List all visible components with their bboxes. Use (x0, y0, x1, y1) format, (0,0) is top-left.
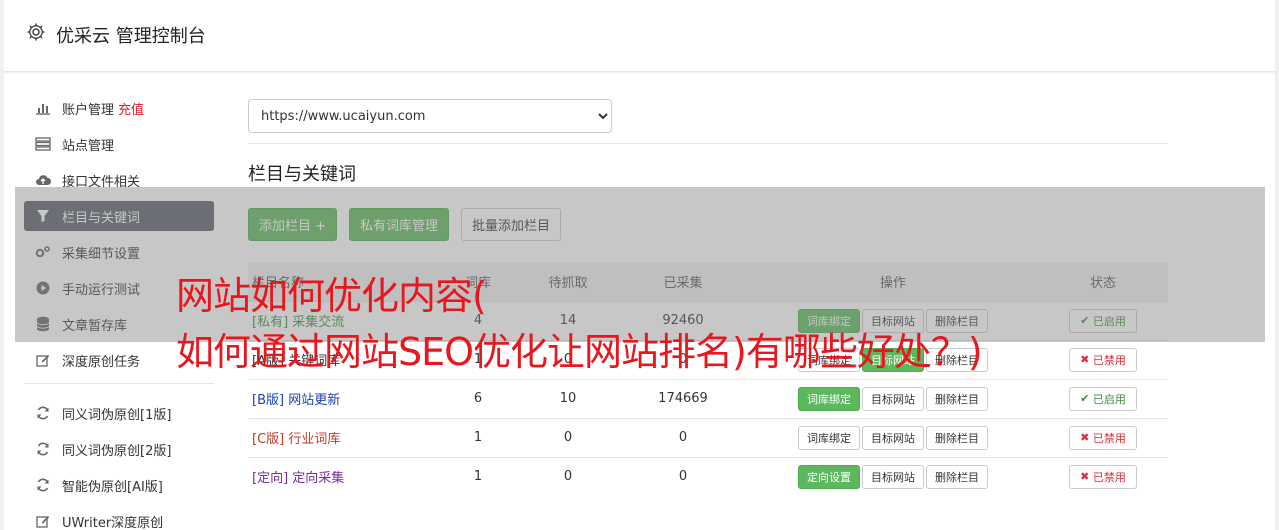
gear-icon (27, 23, 45, 41)
column-name[interactable]: 定向采集 (292, 471, 344, 486)
x-icon: ✖ (1080, 431, 1093, 444)
target-site-button[interactable]: 目标网站 (862, 386, 924, 411)
column-name-cell[interactable]: [定向] 定向采集 (248, 456, 438, 496)
delete-column-button[interactable]: 删除栏目 (926, 425, 988, 450)
edit-icon (34, 512, 52, 530)
table-row: [定向] 定向采集 1 0 0 定向设置 目标网站 删除栏目 ✖ 已禁用 (248, 456, 1168, 496)
bind-lib-button[interactable]: 词库绑定 (798, 425, 860, 450)
target-site-button[interactable]: 目标网站 (862, 425, 924, 450)
status-cell: ✖ 已禁用 (1038, 417, 1168, 457)
table-row: [B版] 网站更新 6 10 174669 词库绑定 目标网站 删除栏目 ✔ 已启用 (248, 378, 1168, 418)
column-tag: [C版] (252, 432, 285, 447)
column-name[interactable]: 网站更新 (288, 393, 340, 408)
x-icon: ✖ (1080, 470, 1093, 484)
server-icon (34, 135, 52, 153)
actions-cell: 定向设置 目标网站 删除栏目 (748, 456, 1038, 496)
edit-icon (34, 351, 52, 369)
status-toggle[interactable]: ✖ 已禁用 (1069, 464, 1137, 489)
overlay-line-2: 如何通过网站SEO优化让网站排名)有哪些好处？) (176, 330, 983, 374)
pending-count[interactable]: 0 (518, 417, 618, 457)
sidebar-item-sites[interactable]: 站点管理 (24, 129, 214, 159)
actions-cell: 词库绑定 目标网站 删除栏目 (748, 417, 1038, 457)
column-name-cell[interactable]: [C版] 行业词库 (248, 417, 438, 457)
column-name[interactable]: 行业词库 (288, 432, 340, 447)
site-select[interactable]: https://www.ucaiyun.com (248, 99, 612, 133)
status-label: 已禁用 (1092, 470, 1126, 484)
status-toggle[interactable]: ✔ 已启用 (1069, 386, 1137, 411)
status-label: 已启用 (1092, 392, 1126, 406)
x-icon: ✖ (1080, 353, 1093, 366)
sidebar-item-label: 账户管理 (62, 102, 115, 118)
table-row: [C版] 行业词库 1 0 0 词库绑定 目标网站 删除栏目 ✖ 已禁用 (248, 417, 1168, 457)
refresh-icon (34, 404, 52, 422)
sidebar-item-synonym-v1[interactable]: 同义词伪原创[1版] (24, 398, 214, 428)
bind-lib-button[interactable]: 词库绑定 (798, 386, 860, 411)
sidebar-item-label: 深度原创任务 (62, 354, 141, 370)
column-tag: [定向] (252, 471, 289, 487)
refresh-icon (34, 440, 52, 458)
recharge-link[interactable]: 充值 (118, 99, 144, 118)
directed-settings-button[interactable]: 定向设置 (798, 464, 860, 489)
sidebar-item-account[interactable]: 账户管理 充值 (24, 93, 214, 123)
sidebar-item-label: 同义词伪原创[2版] (62, 443, 172, 459)
sidebar-item-label: UWriter深度原创 (62, 515, 164, 530)
app-header: 优采云 管理控制台 (4, 0, 1275, 72)
column-tag: [B版] (252, 393, 285, 408)
status-cell: ✔ 已启用 (1038, 378, 1168, 418)
app-title: 优采云 管理控制台 (56, 26, 206, 47)
pending-count[interactable]: 10 (518, 378, 618, 418)
target-site-button[interactable]: 目标网站 (862, 464, 924, 489)
sidebar-item-label: 智能伪原创[AI版] (62, 479, 163, 495)
actions-cell: 词库绑定 目标网站 删除栏目 (748, 378, 1038, 418)
delete-column-button[interactable]: 删除栏目 (926, 386, 988, 411)
pending-count[interactable]: 0 (518, 456, 618, 496)
delete-column-button[interactable]: 删除栏目 (926, 464, 988, 489)
sidebar-item-label: 同义词伪原创[1版] (62, 407, 172, 423)
overlay-line-1: 网站如何优化内容( (176, 274, 487, 318)
status-cell: ✖ 已禁用 (1038, 456, 1168, 496)
check-icon: ✔ (1080, 392, 1093, 405)
sidebar-item-ai-rewrite[interactable]: 智能伪原创[AI版] (24, 470, 214, 500)
page: 优采云 管理控制台 账户管理 充值 站点管理 接口文件相关 栏目与关键词 采集细… (0, 0, 1279, 530)
lib-count: 1 (438, 417, 518, 457)
divider (248, 143, 1168, 144)
sidebar-item-label: 站点管理 (62, 138, 115, 154)
status-cell: ✖ 已禁用 (1038, 339, 1168, 379)
sidebar-item-synonym-v2[interactable]: 同义词伪原创[2版] (24, 434, 214, 464)
bar-chart-icon (34, 99, 52, 117)
lib-count: 1 (438, 456, 518, 496)
status-label: 已禁用 (1092, 353, 1126, 367)
status-toggle[interactable]: ✖ 已禁用 (1069, 347, 1137, 372)
collected-count: 174669 (618, 378, 748, 418)
column-name-cell[interactable]: [B版] 网站更新 (248, 378, 438, 418)
section-title: 栏目与关键词 (248, 164, 356, 185)
overlay-caption: 网站如何优化内容( 如何通过网站SEO优化让网站排名)有哪些好处？) (176, 268, 983, 380)
collected-count: 0 (618, 417, 748, 457)
sidebar-divider (24, 383, 214, 384)
collected-count: 0 (618, 456, 748, 496)
refresh-icon (34, 476, 52, 494)
status-toggle[interactable]: ✖ 已禁用 (1069, 425, 1137, 450)
sidebar-item-uwriter[interactable]: UWriter深度原创 (24, 506, 214, 530)
status-label: 已禁用 (1092, 431, 1126, 445)
lib-count: 6 (438, 378, 518, 418)
